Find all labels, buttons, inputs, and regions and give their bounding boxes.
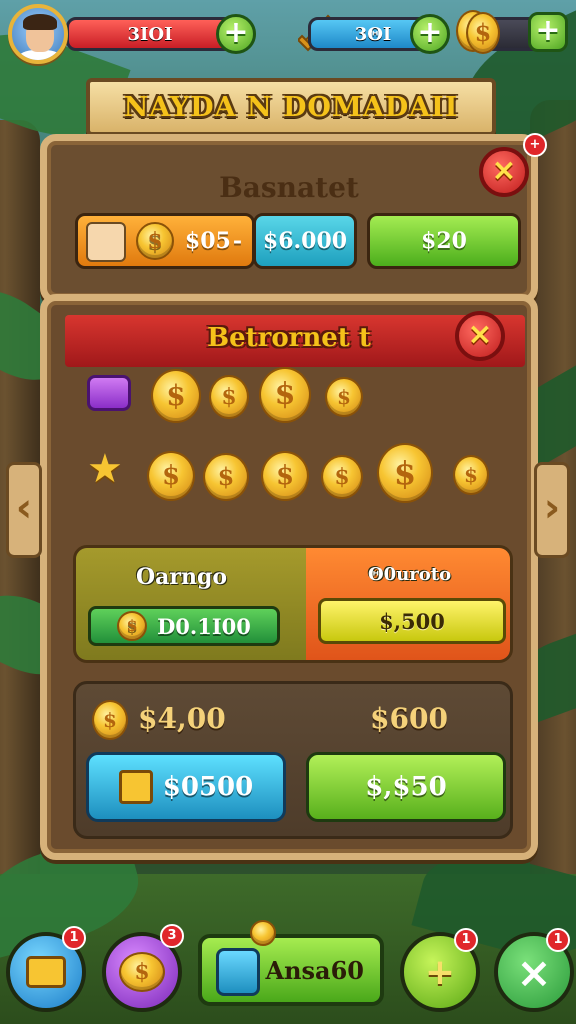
offer-card-1-right-button[interactable]: $,500	[318, 598, 506, 644]
star-icon: ★	[87, 446, 123, 492]
offer-card-2-left-button[interactable]: $0500	[86, 752, 286, 822]
coin-stack-icon: $ $	[456, 8, 500, 56]
center-action-label: Ansa60	[265, 955, 364, 985]
add-gems-button[interactable]: +	[410, 14, 450, 54]
center-coin-badge	[250, 920, 276, 946]
title-banner: NAYDA N DOMADAII	[86, 78, 496, 136]
close-menu-badge: 1	[546, 928, 570, 952]
add-badge: 1	[454, 928, 478, 952]
back-panel-notification-badge: +	[523, 133, 547, 157]
coin-icon: $	[209, 375, 249, 419]
center-action-button[interactable]: Ansa60	[198, 934, 384, 1006]
coin-icon: $	[151, 369, 201, 423]
coin-icon: $	[453, 455, 489, 495]
chest-badge: 1	[62, 926, 86, 950]
coin-icon: $	[203, 453, 249, 501]
water-barrel-icon	[216, 948, 260, 996]
player-mini-avatar	[86, 222, 126, 262]
gold-ring-icon: $	[92, 700, 128, 740]
orange-offer-suffix: -	[232, 228, 242, 254]
offer-card-1-left-label: Oarngo	[136, 564, 228, 590]
back-panel: Basnatet × + $ $05 - $6.000 $20	[40, 133, 547, 304]
health-value: 3ΙΟΙ	[127, 23, 173, 45]
coin-stack-icon: $	[117, 611, 148, 641]
offer-card-1-left-price: D0.1Ι00	[157, 613, 251, 639]
orange-offer-value: $05	[184, 228, 231, 254]
back-panel-title: Basnatet	[219, 171, 359, 204]
chevron-left-icon: ‹	[15, 485, 33, 531]
game-title: NAYDA N DOMADAII	[123, 91, 459, 123]
shop-panel: Betrornet t × $ $ $ $ ★ $ $ $ $ $ $ Oarn…	[40, 294, 538, 860]
gift-box-icon	[118, 770, 153, 804]
coin-icon: $	[136, 222, 174, 260]
offer-card-2-left-button-label: $0500	[162, 772, 254, 802]
health-bar: 3ΙΟΙ	[66, 17, 234, 51]
coin-icon: $	[325, 377, 363, 417]
plus-icon: +	[223, 15, 249, 50]
offer-orange-pill[interactable]: $ $05 -	[75, 213, 255, 269]
offer-card-2-right-button[interactable]: $,$50	[306, 752, 506, 822]
shop-panel-close-button[interactable]: ×	[455, 311, 505, 361]
add-coins-button[interactable]: +	[528, 12, 568, 52]
player-avatar[interactable]	[8, 4, 68, 64]
coin-icon: $	[259, 367, 311, 423]
coins-shop-badge: 3	[160, 924, 184, 948]
close-icon: ×	[491, 153, 517, 188]
green-offer-value: $20	[421, 228, 467, 254]
offer-card-1-left-button[interactable]: $ D0.1Ι00	[88, 606, 280, 646]
top-hud: 3ΙΟΙ + 3ΘΙ + $ $ +	[0, 0, 576, 72]
offer-card-2: $ $4,00 $600 $0500 $,$50	[73, 681, 513, 839]
chest-icon	[26, 956, 66, 988]
gems-value: 3ΘΙ	[354, 23, 392, 45]
plus-icon: +	[417, 15, 443, 50]
coin-icon: $	[261, 451, 309, 501]
coin-row-1: $ $ $ $	[87, 363, 491, 433]
plus-icon: +	[424, 951, 456, 993]
offer-card-2-right-button-label: $,$50	[365, 772, 447, 802]
close-icon: ×	[516, 947, 552, 997]
offer-cyan-pill[interactable]: $6.000	[253, 213, 357, 269]
offer-card-2-left-price: $4,00	[138, 702, 226, 735]
close-icon: ×	[467, 317, 493, 352]
coin-icon: $	[377, 443, 433, 503]
plus-icon: +	[535, 13, 561, 48]
offer-card-1: Oarngo $ D0.1Ι00 Θ0uroto $,500	[73, 545, 513, 663]
coin-icon: $	[321, 455, 363, 499]
add-health-button[interactable]: +	[216, 14, 256, 54]
offer-card-2-right-price: $600	[370, 702, 448, 735]
previous-page-arrow[interactable]: ‹	[6, 462, 42, 558]
coin-icon: $	[147, 451, 195, 501]
coin-stack-icon: $	[119, 952, 165, 992]
chevron-right-icon: ›	[543, 485, 561, 531]
coin-row-2: ★ $ $ $ $ $ $	[87, 441, 491, 511]
cyan-offer-value: $6.000	[262, 228, 348, 254]
gem-icon	[87, 375, 131, 411]
back-panel-close-button[interactable]: ×	[479, 147, 529, 197]
offer-card-1-right-price: $,500	[379, 608, 445, 634]
next-page-arrow[interactable]: ›	[534, 462, 570, 558]
offer-card-1-right-label: Θ0uroto	[368, 564, 452, 585]
offer-green-button[interactable]: $20	[367, 213, 521, 269]
